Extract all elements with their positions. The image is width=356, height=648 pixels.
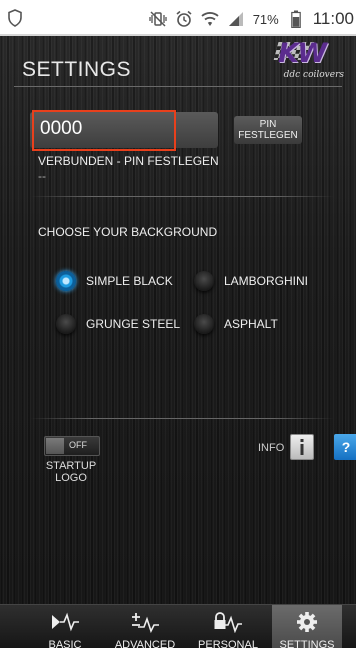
help-button[interactable]: ? [334,434,356,460]
shield-icon [8,9,22,32]
info-icon [300,439,304,455]
nav-label: PERSONAL [198,639,258,648]
startup-logo-toggle[interactable]: OFF [44,436,100,456]
pin-value[interactable]: 0000 [40,118,82,140]
logo-text: KW [278,38,327,69]
background-option-asphalt[interactable]: ASPHALT [194,314,278,334]
battery-icon [287,10,305,28]
signal-icon [227,10,245,28]
header-divider [14,86,342,87]
background-option-grunge-steel[interactable]: GRUNGE STEEL [56,314,180,334]
set-pin-button[interactable]: PIN FESTLEGEN [234,116,302,144]
info-label: INFO [258,442,285,454]
toggle-state: OFF [69,440,87,450]
startup-logo-label: STARTUP LOGO [40,460,102,484]
clock-time: 11:00 [312,9,354,28]
bottom-nav: BASIC ADVANCED PERSONAL SETTINGS [0,604,356,648]
section-divider [30,418,334,419]
radio-unchecked-icon[interactable] [56,314,76,334]
radio-unchecked-icon[interactable] [194,314,214,334]
connection-substatus: -- [38,169,46,183]
radio-unchecked-icon[interactable] [194,271,214,291]
kw-logo: KW ddc coilovers [262,38,344,82]
nav-item-settings[interactable]: SETTINGS [272,605,342,648]
nav-label: SETTINGS [279,639,335,648]
background-option-label: ASPHALT [224,317,278,331]
radio-checked-icon[interactable] [56,271,76,291]
background-option-label: GRUNGE STEEL [86,317,181,331]
page-title: SETTINGS [22,58,132,81]
alarm-icon [175,10,193,28]
background-option-label: LAMBORGHINI [224,274,309,288]
wifi-icon [201,10,219,28]
logo-tagline: ddc coilovers [283,70,344,80]
nav-label: BASIC [48,639,82,648]
background-option-label: SIMPLE BLACK [86,274,173,288]
set-pin-label-line1: PIN [259,119,277,130]
nav-label: ADVANCED [114,639,176,648]
lock-pulse-icon [214,612,242,633]
info-button[interactable] [290,434,314,460]
status-bar: 71% 11:00 [0,0,356,36]
background-option-lamborghini[interactable]: LAMBORGHINI [194,271,308,291]
background-section-title: CHOOSE YOUR BACKGROUND [38,225,218,239]
startup-label-line2: LOGO [55,472,87,484]
settings-screen: 71% 11:00 SETTINGS KW ddc coilovers 0000… [0,0,356,648]
background-option-simple-black[interactable]: SIMPLE BLACK [56,271,173,291]
mute-vibrate-icon [149,10,167,28]
battery-percent: 71% [252,11,279,27]
pulse-arrow-icon [52,612,79,632]
nav-item-advanced[interactable]: ADVANCED [104,605,186,648]
gear-icon [297,612,317,632]
plus-minus-pulse-icon [132,613,159,633]
nav-item-basic[interactable]: BASIC [30,605,100,648]
toggle-knob [46,438,64,454]
set-pin-label-line2: FESTLEGEN [238,130,298,141]
nav-item-personal[interactable]: PERSONAL [190,605,266,648]
section-divider [30,196,334,197]
connection-status: VERBUNDEN - PIN FESTLEGEN [38,154,219,168]
startup-label-line1: STARTUP [45,460,97,472]
